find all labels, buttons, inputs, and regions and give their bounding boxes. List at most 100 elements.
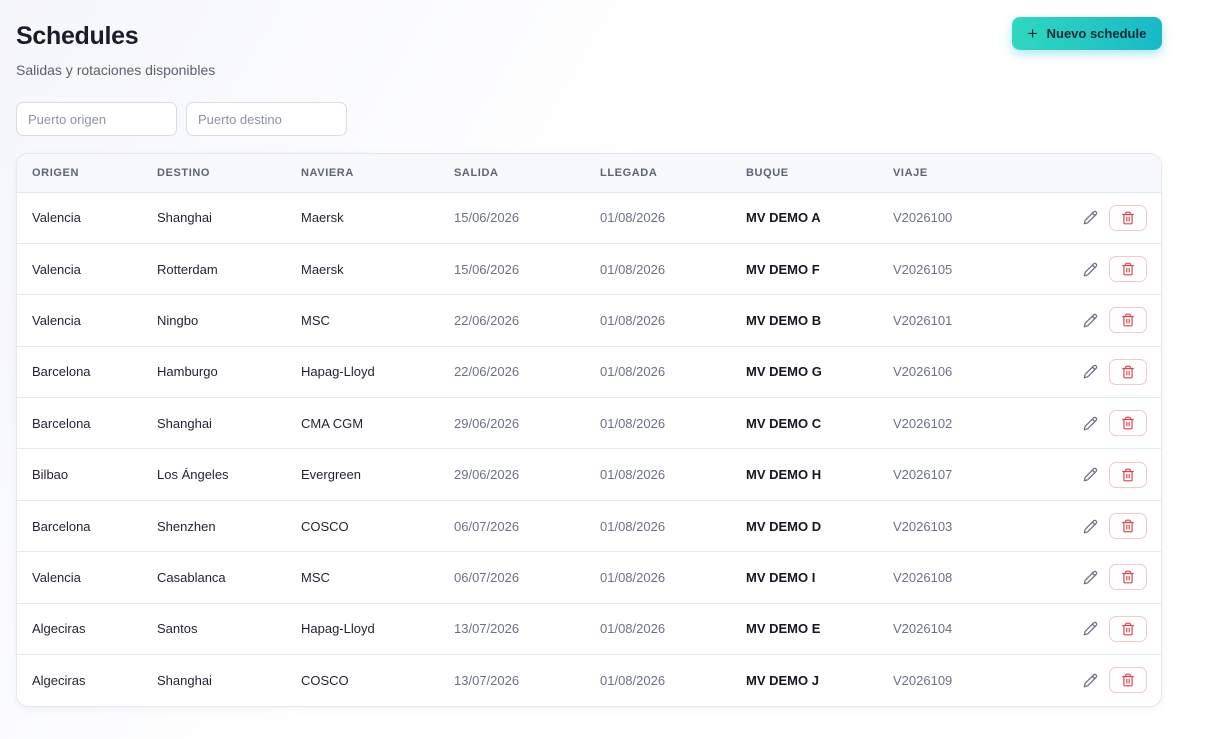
cell-viaje: V2026109 bbox=[878, 654, 1028, 706]
edit-button[interactable] bbox=[1079, 616, 1101, 642]
cell-actions bbox=[1028, 294, 1161, 347]
cell-naviera: Maersk bbox=[286, 242, 439, 295]
trash-icon bbox=[1122, 571, 1134, 584]
column-header-origen[interactable]: ORIGEN bbox=[17, 154, 142, 193]
delete-button[interactable] bbox=[1109, 615, 1147, 642]
cell-destino: Santos bbox=[142, 602, 286, 655]
destination-port-input[interactable] bbox=[186, 102, 347, 136]
cell-llegada: 01/08/2026 bbox=[585, 397, 731, 449]
cell-viaje: V2026105 bbox=[878, 242, 1028, 295]
cell-actions bbox=[1028, 397, 1161, 449]
delete-button[interactable] bbox=[1109, 667, 1147, 694]
cell-salida: 29/06/2026 bbox=[439, 397, 585, 449]
cell-buque: MV DEMO I bbox=[731, 551, 878, 604]
cell-llegada: 01/08/2026 bbox=[585, 602, 731, 655]
pencil-icon bbox=[1083, 467, 1097, 482]
new-schedule-label: Nuevo schedule bbox=[1046, 26, 1147, 41]
column-header-viaje[interactable]: VIAJE bbox=[878, 154, 1028, 193]
delete-button[interactable] bbox=[1109, 307, 1147, 334]
page-subtitle: Salidas y rotaciones disponibles bbox=[16, 62, 216, 78]
edit-button[interactable] bbox=[1079, 513, 1101, 539]
table-row: Valencia Rotterdam Maersk 15/06/2026 01/… bbox=[17, 242, 1161, 295]
cell-origen: Algeciras bbox=[17, 654, 142, 706]
cell-origen: Valencia bbox=[17, 551, 142, 604]
cell-salida: 15/06/2026 bbox=[439, 242, 585, 295]
table-row: Valencia Shanghai Maersk 15/06/2026 01/0… bbox=[17, 192, 1161, 243]
cell-naviera: MSC bbox=[286, 551, 439, 604]
cell-buque: MV DEMO J bbox=[731, 654, 878, 706]
column-header-naviera[interactable]: NAVIERA bbox=[286, 154, 439, 193]
cell-naviera: Evergreen bbox=[286, 448, 439, 501]
page-header: Schedules Salidas y rotaciones disponibl… bbox=[16, 20, 215, 78]
cell-naviera: Hapag-Lloyd bbox=[286, 345, 439, 398]
trash-icon bbox=[1122, 674, 1134, 687]
edit-button[interactable] bbox=[1079, 410, 1101, 436]
cell-actions bbox=[1028, 448, 1161, 501]
cell-destino: Shanghai bbox=[142, 397, 286, 449]
pencil-icon bbox=[1083, 416, 1097, 431]
cell-buque: MV DEMO G bbox=[731, 345, 878, 398]
pencil-icon bbox=[1083, 365, 1097, 379]
cell-buque: MV DEMO E bbox=[731, 602, 878, 655]
delete-button[interactable] bbox=[1109, 461, 1147, 488]
cell-buque: MV DEMO B bbox=[731, 294, 878, 347]
cell-naviera: COSCO bbox=[286, 499, 439, 552]
table-row: Algeciras Santos Hapag-Lloyd 13/07/2026 … bbox=[17, 602, 1161, 655]
cell-salida: 15/06/2026 bbox=[454, 210, 520, 226]
cell-llegada: 01/08/2026 bbox=[585, 551, 731, 604]
cell-destino: Shenzhen bbox=[142, 499, 286, 552]
origin-port-input[interactable] bbox=[16, 102, 177, 136]
new-schedule-button[interactable]: + Nuevo schedule bbox=[1012, 17, 1162, 50]
column-header-llegada[interactable]: LLEGADA bbox=[585, 154, 731, 193]
cell-origen: Barcelona bbox=[17, 345, 142, 398]
column-header-buque[interactable]: BUQUE bbox=[731, 154, 878, 193]
cell-origen: Algeciras bbox=[17, 602, 142, 655]
edit-button[interactable] bbox=[1079, 307, 1101, 333]
edit-button[interactable] bbox=[1079, 205, 1101, 231]
edit-button[interactable] bbox=[1079, 667, 1101, 693]
column-header-destino[interactable]: DESTINO bbox=[142, 154, 286, 193]
cell-viaje: V2026104 bbox=[878, 602, 1028, 655]
cell-salida: 29/06/2026 bbox=[439, 448, 585, 501]
delete-button[interactable] bbox=[1109, 513, 1147, 540]
cell-actions bbox=[1028, 602, 1161, 655]
delete-button[interactable] bbox=[1109, 358, 1147, 385]
cell-viaje: V2026106 bbox=[878, 345, 1028, 398]
edit-button[interactable] bbox=[1079, 256, 1101, 282]
cell-naviera: CMA CGM bbox=[286, 397, 439, 449]
cell-llegada: 01/08/2026 bbox=[585, 448, 731, 501]
cell-destino: Shanghai bbox=[142, 654, 286, 706]
cell-salida: 22/06/2026 bbox=[439, 345, 585, 398]
column-header-salida[interactable]: SALIDA bbox=[439, 154, 585, 193]
cell-llegada: 01/08/2026 bbox=[585, 294, 731, 347]
pencil-icon bbox=[1083, 313, 1097, 328]
trash-icon bbox=[1122, 314, 1134, 327]
delete-button[interactable] bbox=[1109, 256, 1147, 283]
cell-naviera: COSCO bbox=[286, 654, 439, 706]
delete-button[interactable] bbox=[1109, 410, 1147, 437]
table-row: Valencia Casablanca MSC 06/07/2026 01/08… bbox=[17, 551, 1161, 604]
edit-button[interactable] bbox=[1079, 564, 1101, 590]
column-header-actions bbox=[1028, 154, 1161, 193]
cell-salida: 13/07/2026 bbox=[439, 602, 585, 655]
cell-viaje: V2026103 bbox=[878, 499, 1028, 552]
delete-button[interactable] bbox=[1109, 204, 1147, 231]
cell-salida: 13/07/2026 bbox=[439, 654, 585, 706]
cell-llegada: 01/08/2026 bbox=[585, 654, 731, 706]
table-row: Valencia Ningbo MSC 22/06/2026 01/08/202… bbox=[17, 294, 1161, 347]
delete-button[interactable] bbox=[1109, 564, 1147, 591]
cell-actions bbox=[1028, 551, 1161, 604]
cell-llegada: 01/08/2026 bbox=[585, 499, 731, 552]
cell-llegada: 01/08/2026 bbox=[585, 345, 731, 398]
pencil-icon bbox=[1083, 519, 1097, 533]
cell-buque: MV DEMO C bbox=[731, 397, 878, 449]
filter-bar bbox=[16, 102, 347, 136]
trash-icon bbox=[1122, 622, 1134, 636]
edit-button[interactable] bbox=[1079, 462, 1101, 488]
cell-destino: Shanghai bbox=[157, 210, 212, 226]
cell-actions bbox=[1028, 192, 1161, 243]
edit-button[interactable] bbox=[1079, 359, 1101, 385]
plus-icon: + bbox=[1027, 23, 1038, 43]
cell-buque: MV DEMO H bbox=[731, 448, 878, 501]
cell-destino: Casablanca bbox=[142, 551, 286, 604]
